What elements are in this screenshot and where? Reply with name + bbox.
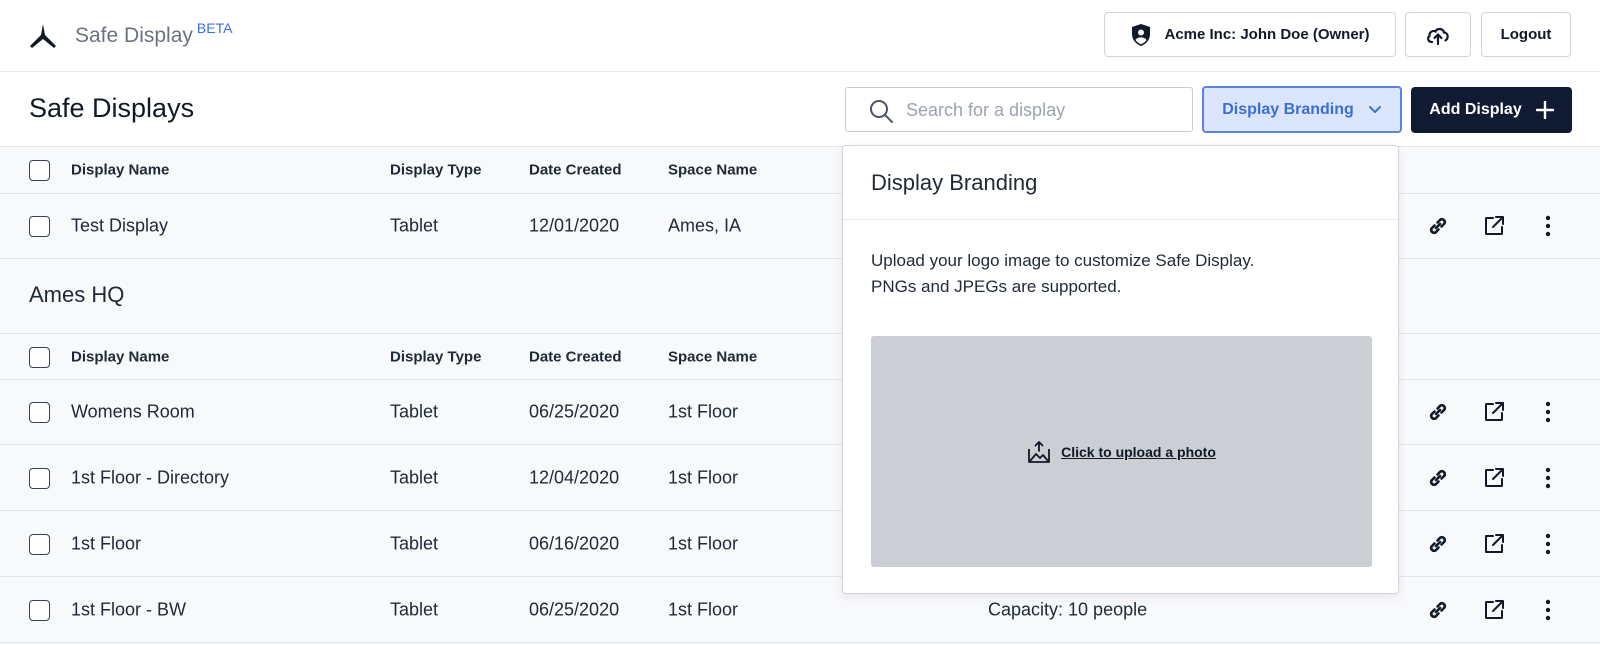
link-icon[interactable] [1425,465,1451,491]
toolbar: Safe Displays Display Branding Add Displ… [0,73,1600,147]
column-header-date-created[interactable]: Date Created [529,348,622,365]
column-header-space-name[interactable]: Space Name [668,348,757,365]
space-name: 1st Floor [668,533,739,554]
description-line: PNGs and JPEGs are supported. [871,277,1122,296]
add-display-button[interactable]: Add Display [1411,87,1572,133]
more-vertical-icon[interactable] [1535,213,1561,239]
external-link-icon[interactable] [1481,465,1507,491]
date-created: 06/25/2020 [529,401,620,422]
more-vertical-icon[interactable] [1535,531,1561,557]
link-icon[interactable] [1425,531,1451,557]
plus-icon [1535,101,1554,119]
column-header-display-type[interactable]: Display Type [390,162,481,179]
display-type: Tablet [390,467,439,488]
photo-upload-dropzone[interactable]: Click to upload a photo [871,336,1372,567]
display-name: 1st Floor [71,533,142,554]
column-header-display-name[interactable]: Display Name [71,162,169,179]
space-name: 1st Floor [668,401,739,422]
display-type: Tablet [390,215,439,236]
description-line: Upload your logo image to customize Safe… [871,251,1255,270]
org-user-button[interactable]: Acme Inc: John Doe (Owner) [1104,12,1396,57]
image-upload-icon [1028,440,1051,463]
popover-header: Display Branding [843,146,1398,220]
display-detail: Capacity: 10 people [988,599,1148,620]
display-branding-popover: Display Branding Upload your logo image … [842,145,1399,594]
external-link-icon[interactable] [1481,399,1507,425]
space-name: Ames, IA [668,215,742,236]
external-link-icon[interactable] [1481,213,1507,239]
external-link-icon[interactable] [1481,531,1507,557]
display-type: Tablet [390,533,439,554]
row-checkbox[interactable] [29,468,50,489]
display-type: Tablet [390,599,439,620]
cloud-sync-button[interactable] [1405,12,1471,57]
row-checkbox[interactable] [29,402,50,423]
date-created: 12/01/2020 [529,215,620,236]
date-created: 06/25/2020 [529,599,620,620]
link-icon[interactable] [1425,213,1451,239]
more-vertical-icon[interactable] [1535,597,1561,623]
display-name: Womens Room [71,401,195,422]
search-input[interactable] [906,96,1176,124]
app-name[interactable]: Safe Display BETA [75,20,232,48]
select-all-checkbox[interactable] [29,160,50,181]
top-bar: Safe Display BETA Acme Inc: John Doe (Own… [0,0,1600,72]
shield-user-icon [1132,23,1151,46]
column-header-date-created[interactable]: Date Created [529,162,622,179]
column-header-display-name[interactable]: Display Name [71,348,169,365]
row-checkbox[interactable] [29,534,50,555]
popover-description: Upload your logo image to customize Safe… [871,248,1254,300]
safe-display-logo-icon[interactable] [28,22,58,50]
search-icon [870,100,893,123]
search-box[interactable] [845,87,1193,132]
display-type: Tablet [390,401,439,422]
link-icon[interactable] [1425,399,1451,425]
group-title: Ames HQ [29,282,125,307]
row-checkbox[interactable] [29,600,50,621]
link-icon[interactable] [1425,597,1451,623]
display-name: 1st Floor - Directory [71,467,230,488]
date-created: 12/04/2020 [529,467,620,488]
logout-button[interactable]: Logout [1481,12,1571,57]
display-name: Test Display [71,215,169,236]
upload-photo-link[interactable]: Click to upload a photo [1061,444,1216,460]
page-title: Safe Displays [29,93,195,123]
chevron-down-icon [1368,105,1381,113]
space-name: 1st Floor [668,599,739,620]
more-vertical-icon[interactable] [1535,465,1561,491]
more-vertical-icon[interactable] [1535,399,1561,425]
display-branding-button[interactable]: Display Branding [1202,86,1402,133]
beta-badge: BETA [196,20,233,36]
cloud-upload-icon [1427,27,1449,45]
space-name: 1st Floor [668,467,739,488]
column-header-display-type[interactable]: Display Type [390,348,481,365]
column-header-space-name[interactable]: Space Name [668,162,757,179]
date-created: 06/16/2020 [529,533,620,554]
display-name: 1st Floor - BW [71,599,187,620]
popover-title: Display Branding [871,170,1038,195]
row-checkbox[interactable] [29,216,50,237]
external-link-icon[interactable] [1481,597,1507,623]
select-all-checkbox[interactable] [29,346,50,368]
